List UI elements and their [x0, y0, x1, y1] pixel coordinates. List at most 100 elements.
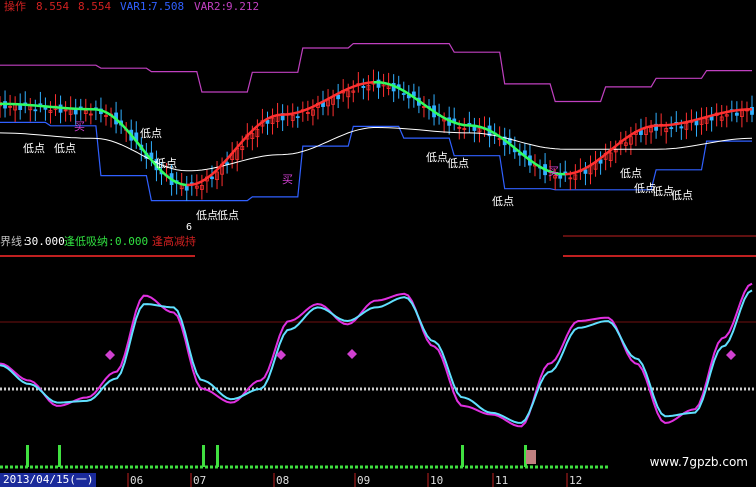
trend-segment [191, 182, 198, 187]
low-point-label: 低点 [196, 209, 218, 222]
low-point-label: 低点 [620, 167, 642, 180]
trend-segment [604, 149, 612, 156]
low-point-label: 低点 [447, 157, 469, 170]
diamond-marker [347, 349, 357, 359]
stock-chart-window: { "header": { "tool": "操作", "v1": "8.554… [0, 0, 756, 487]
trend-segment [565, 172, 571, 176]
buy-value: 0.000 [115, 235, 149, 248]
candle-body [184, 185, 189, 191]
trend-segment [135, 140, 143, 149]
trend-segment [272, 113, 278, 118]
buy-label: 买 [74, 120, 85, 133]
signal-bar [58, 445, 61, 467]
trend-segment [474, 124, 480, 128]
trend-segment [438, 113, 445, 119]
trend-segment [736, 108, 743, 112]
trend-segment [256, 120, 264, 127]
trend-segment [312, 103, 319, 108]
buy-label: 逢低吸纳: [64, 235, 115, 248]
trend-segment [508, 143, 516, 150]
candle-body [210, 176, 214, 180]
trend-segment [398, 87, 405, 92]
trend-segment [176, 181, 183, 186]
candle-body [679, 126, 684, 129]
candle-body [401, 93, 406, 95]
trend-segment [691, 118, 697, 123]
month-tick: 12 [569, 474, 583, 487]
line-value: 30.000 [25, 235, 65, 248]
month-tick: 11 [495, 474, 509, 487]
trend-segment [383, 81, 389, 86]
var2-label: VAR2: [194, 0, 228, 13]
arrow-value: 6 [186, 222, 193, 233]
diamond-marker [726, 350, 736, 360]
current-date[interactable]: 2013/04/15(一) [0, 473, 97, 487]
var1-label: VAR1: [120, 0, 154, 13]
buy-label: 买 [282, 173, 293, 186]
signal-bar [216, 445, 219, 467]
trend-segment [676, 121, 682, 126]
diamond-marker [105, 350, 115, 360]
trend-segment [307, 105, 314, 111]
trend-segment [650, 124, 657, 128]
upper-band-line [0, 43, 752, 103]
trend-segment [322, 97, 329, 103]
signal-bar [461, 445, 464, 467]
candle-body [361, 85, 366, 88]
trend-segment [140, 146, 148, 155]
candle-body [33, 109, 38, 112]
trend-segment [701, 115, 707, 120]
trend-segment [297, 109, 304, 114]
month-tick: 10 [430, 474, 444, 487]
trend-segment [241, 134, 249, 143]
trend-segment [211, 168, 218, 176]
trend-segment [589, 160, 597, 167]
signal-bar [26, 445, 29, 467]
tool-label[interactable]: 操作 [4, 1, 26, 13]
trend-segment [716, 111, 723, 116]
trend-segment [352, 83, 359, 88]
trend-segment [645, 124, 652, 129]
trend-segment [231, 146, 239, 155]
trend-segment [731, 109, 738, 113]
low-point-label: 低点 [140, 127, 162, 140]
trend-segment [302, 107, 309, 113]
trend-segment [196, 180, 203, 185]
month-tick: 08 [276, 474, 290, 487]
trend-segment [479, 125, 485, 130]
buy-label: 买 [548, 165, 559, 178]
low-point-label: 低点 [671, 189, 693, 202]
trend-segment [347, 85, 354, 90]
signal-bar [202, 445, 205, 467]
low-point-label: 低点 [23, 142, 45, 155]
trend-segment [681, 120, 687, 125]
candle-body [295, 116, 300, 119]
trend-segment [696, 117, 702, 121]
trend-segment [327, 95, 334, 101]
month-tick: 07 [193, 474, 207, 487]
trend-segment [721, 110, 728, 115]
trend-segment [686, 119, 692, 124]
trend-segment [246, 129, 254, 137]
var2-value: 9.212 [226, 0, 260, 13]
var1-value: 7.508 [151, 0, 185, 13]
candle-body [669, 127, 674, 130]
trend-segment [120, 122, 128, 130]
trend-segment [358, 82, 364, 87]
trend-segment [625, 133, 632, 140]
trend-segment [574, 169, 581, 174]
low-point-label: 低点 [217, 209, 239, 222]
trend-segment [160, 170, 168, 177]
trend-segment [584, 164, 592, 170]
trend-segment [614, 141, 622, 148]
trend-segment [706, 114, 712, 119]
trend-segment [711, 113, 717, 117]
trend-segment [181, 183, 187, 187]
trend-segment [105, 111, 112, 117]
trend-segment [287, 112, 293, 116]
watermark: www.7gpzb.com [649, 455, 748, 469]
trend-segment [378, 81, 384, 85]
low-point-label: 低点 [426, 151, 448, 164]
value-1: 8.554 [36, 0, 70, 13]
sell-label: 逢高减持 [152, 235, 196, 248]
